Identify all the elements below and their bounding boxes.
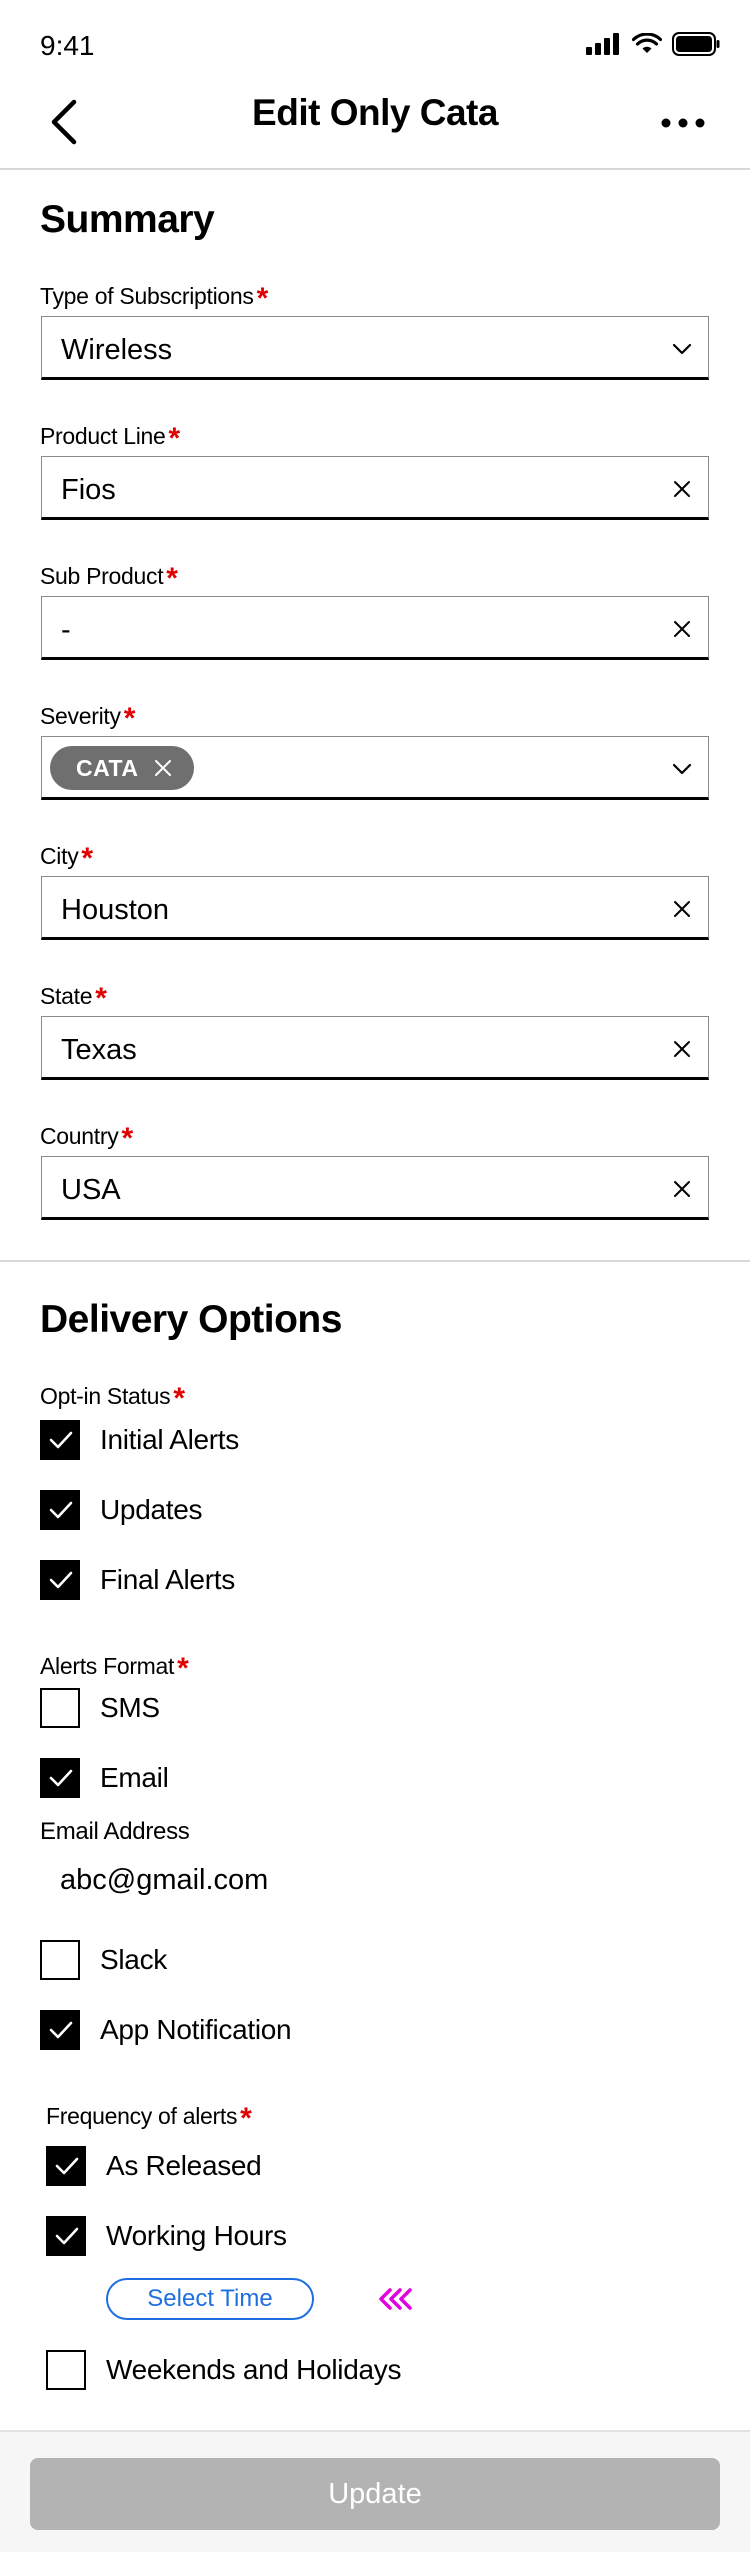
checkbox-sms[interactable]: SMS [40,1688,160,1728]
checkbox-label: Initial Alerts [100,1424,239,1455]
checkbox-label: Email [100,1762,169,1793]
chevron-down-icon[interactable] [670,337,694,361]
checkbox-label: Working Hours [106,2220,287,2251]
wifi-icon [632,33,662,53]
checkbox-working-hours[interactable]: Working Hours [46,2216,287,2256]
frequency-of-alerts-label: Frequency of alerts * [46,2102,252,2135]
checkbox[interactable] [46,2216,86,2256]
checkbox[interactable] [40,1688,80,1728]
check-icon [49,2021,73,2039]
severity-chip-label: CATA [76,755,139,781]
delivery-options-title: Delivery Options [40,1298,342,1341]
checkbox-updates[interactable]: Updates [40,1490,203,1530]
checkbox-weekends-holidays[interactable]: Weekends and Holidays [46,2350,401,2390]
required-marker: * [81,842,93,875]
status-time: 9:41 [40,30,95,61]
section-divider [0,1260,750,1262]
severity-chip: CATA [50,746,194,790]
check-icon [55,2157,79,2175]
sub-product-label: Sub Product * [40,562,178,595]
chip-remove-icon[interactable] [154,759,172,777]
close-icon[interactable] [670,1177,694,1201]
checkbox[interactable] [46,2350,86,2390]
email-address-value[interactable]: abc@gmail.com [60,1864,268,1897]
checkbox-label: App Notification [100,2014,292,2045]
checkbox-label: SMS [100,1692,160,1723]
required-marker: * [168,422,181,455]
required-marker: * [240,2102,252,2135]
nav-bar: Edit Only Cata [0,80,750,170]
checkbox-label: Weekends and Holidays [106,2354,402,2385]
email-address-label: Email Address [40,1818,190,1845]
close-icon[interactable] [670,477,694,501]
product-line-field[interactable]: Fios [41,456,709,520]
checkbox[interactable] [40,2010,80,2050]
more-options-button[interactable] [658,108,708,138]
checkbox-initial-alerts[interactable]: Initial Alerts [40,1420,239,1460]
check-icon [49,1501,73,1519]
checkbox[interactable] [46,2146,86,2186]
checkbox[interactable] [40,1490,80,1530]
check-icon [49,1571,73,1589]
close-icon[interactable] [670,617,694,641]
more-icon [661,118,705,128]
signal-icon [586,33,619,55]
required-marker: * [177,1652,189,1685]
opt-in-status-label: Opt-in Status * [40,1382,185,1415]
product-line-label: Product Line * [40,422,181,455]
subscription-type-value: Wireless [61,334,173,366]
required-marker: * [123,702,136,735]
state-value: Texas [61,1034,137,1066]
check-icon [49,1769,73,1787]
check-icon [55,2227,79,2245]
select-time-button[interactable]: Select Time [106,2278,314,2320]
footer-bar: Update [0,2430,750,2552]
alerts-format-label: Alerts Format * [40,1652,189,1685]
country-field[interactable]: USA [41,1156,709,1220]
chevron-down-icon[interactable] [670,757,694,781]
check-icon [49,1431,73,1449]
sub-product-field[interactable]: - [41,596,709,660]
checkbox[interactable] [40,1758,80,1798]
state-field[interactable]: Texas [41,1016,709,1080]
summary-title: Summary [40,198,215,241]
city-value: Houston [61,894,170,926]
state-label: State * [40,982,107,1015]
checkbox-label: Slack [100,1944,167,1975]
page-title: Edit Only Cata [252,92,498,133]
subscription-type-label: Type of Subscriptions * [40,282,269,315]
city-label: City * [40,842,93,875]
checkbox[interactable] [40,1420,80,1460]
checkbox-as-released[interactable]: As Released [46,2146,262,2186]
required-marker: * [173,1382,185,1415]
battery-icon [672,32,720,56]
status-icons [586,32,720,56]
close-icon[interactable] [670,1037,694,1061]
update-button[interactable]: Update [30,2458,720,2530]
required-marker: * [95,982,107,1015]
close-icon[interactable] [670,897,694,921]
sub-product-value: - [61,614,71,646]
checkbox-app-notification[interactable]: App Notification [40,2010,292,2050]
checkbox-slack[interactable]: Slack [40,1940,167,1980]
checkbox[interactable] [40,1940,80,1980]
product-line-value: Fios [61,474,116,506]
checkbox-label: Final Alerts [100,1564,235,1595]
status-bar: 9:41 [0,0,750,80]
country-value: USA [61,1174,121,1206]
country-label: Country * [40,1122,133,1155]
checkbox-final-alerts[interactable]: Final Alerts [40,1560,235,1600]
checkbox-label: Updates [100,1494,203,1525]
checkbox-label: As Released [106,2150,262,2181]
triple-left-arrow-icon [379,2288,412,2310]
subscription-type-select[interactable]: Wireless [41,316,709,380]
required-marker: * [166,562,178,595]
required-marker: * [256,282,269,315]
severity-label: Severity * [40,702,136,735]
checkbox-email[interactable]: Email [40,1758,169,1798]
city-field[interactable]: Houston [41,876,709,940]
severity-select[interactable]: CATA [41,736,709,800]
required-marker: * [121,1122,133,1155]
checkbox[interactable] [40,1560,80,1600]
